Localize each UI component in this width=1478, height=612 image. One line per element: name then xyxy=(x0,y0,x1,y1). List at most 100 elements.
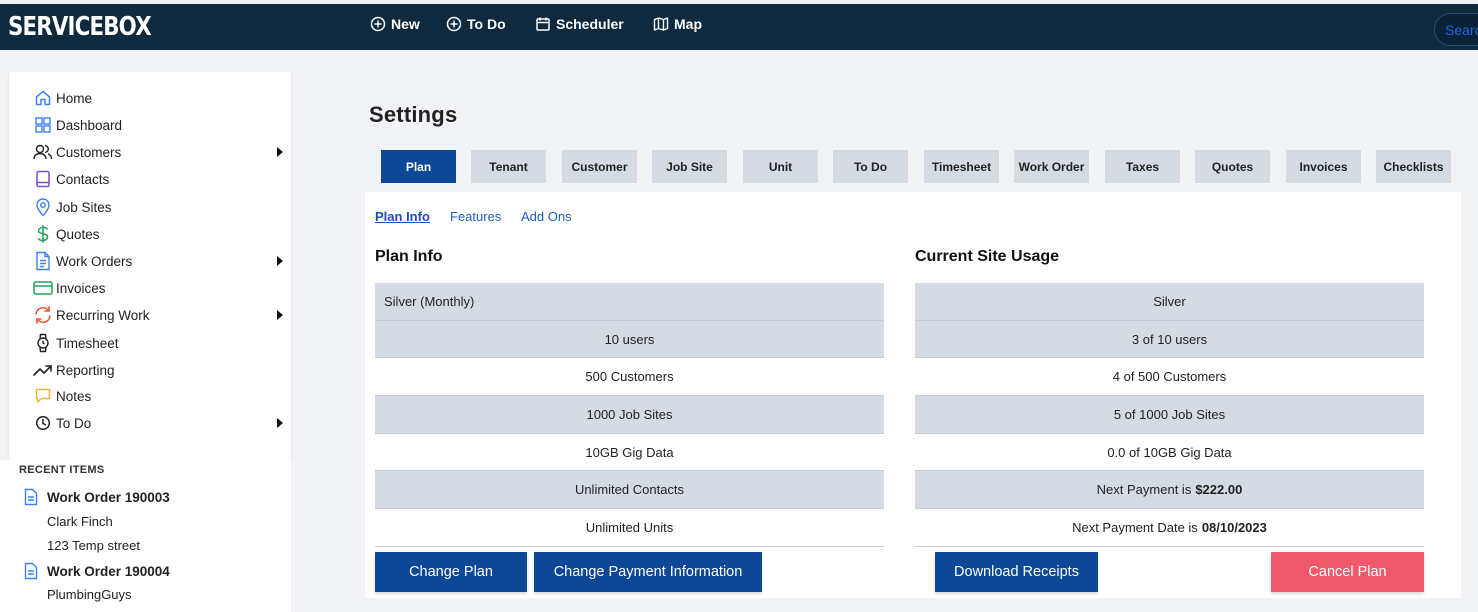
contact-book-icon xyxy=(33,169,53,189)
document-icon xyxy=(33,251,53,271)
tab-job-site[interactable]: Job Site xyxy=(652,150,727,183)
users-icon xyxy=(33,142,53,162)
tab-todo[interactable]: To Do xyxy=(833,150,908,183)
table-row: 10GB Gig Data xyxy=(375,434,884,472)
watch-icon xyxy=(33,333,53,353)
tab-quotes[interactable]: Quotes xyxy=(1195,150,1270,183)
recent-item-work-order[interactable]: Work Order 190003 xyxy=(24,488,170,506)
table-row: 5 of 1000 Job Sites xyxy=(915,396,1424,434)
change-plan-button[interactable]: Change Plan xyxy=(375,552,527,592)
sidebar-item-dashboard[interactable]: Dashboard xyxy=(33,114,283,136)
top-navbar: SERVICEBOX New To Do Scheduler Map xyxy=(0,4,1478,50)
subtab-plan-info[interactable]: Plan Info xyxy=(375,209,430,224)
sidebar-item-reporting[interactable]: Reporting xyxy=(33,359,283,381)
cancel-plan-button[interactable]: Cancel Plan xyxy=(1271,552,1424,592)
sidebar-item-timesheet[interactable]: Timesheet xyxy=(33,332,283,354)
sidebar-item-recurring-work[interactable]: Recurring Work xyxy=(33,304,283,326)
recent-items-title: RECENT ITEMS xyxy=(19,464,105,476)
nav-new[interactable]: New xyxy=(370,16,420,32)
recent-item-work-order[interactable]: Work Order 190004 xyxy=(24,562,170,580)
sidebar-item-label: Reporting xyxy=(56,362,115,378)
plan-tier-row: Silver xyxy=(915,283,1424,321)
sidebar-item-label: Quotes xyxy=(56,226,100,242)
search-input[interactable] xyxy=(1434,13,1478,46)
sidebar-item-job-sites[interactable]: Job Sites xyxy=(33,196,283,218)
home-icon xyxy=(33,88,53,108)
trending-up-icon xyxy=(33,360,53,380)
plus-circle-icon xyxy=(446,16,462,32)
nav-scheduler[interactable]: Scheduler xyxy=(535,16,624,32)
calendar-icon xyxy=(536,17,550,31)
nav-new-label: New xyxy=(391,16,420,32)
tab-plan[interactable]: Plan xyxy=(381,150,456,183)
recent-item-title: Work Order 190003 xyxy=(47,489,170,505)
submenu-arrow-icon[interactable] xyxy=(277,256,283,266)
location-pin-icon xyxy=(33,197,53,217)
sidebar-item-notes[interactable]: Notes xyxy=(33,385,283,407)
document-icon xyxy=(24,488,40,506)
tab-work-order[interactable]: Work Order xyxy=(1014,150,1089,183)
plan-panel: Plan Info Features Add Ons Plan Info Cur… xyxy=(365,192,1461,598)
table-row: Unlimited Contacts xyxy=(375,471,884,510)
nav-map[interactable]: Map xyxy=(653,16,702,32)
table-row: 3 of 10 users xyxy=(915,320,1424,359)
sidebar-item-label: Customers xyxy=(56,144,122,160)
recent-item-address: 123 Temp street xyxy=(47,538,140,553)
dashboard-icon xyxy=(33,115,53,135)
download-receipts-button[interactable]: Download Receipts xyxy=(935,552,1098,592)
plan-info-table: Silver (Monthly) 10 users 500 Customers … xyxy=(375,283,884,547)
tab-timesheet[interactable]: Timesheet xyxy=(924,150,999,183)
nav-scheduler-label: Scheduler xyxy=(556,16,624,32)
tab-invoices[interactable]: Invoices xyxy=(1286,150,1361,183)
dollar-icon xyxy=(33,224,53,244)
plan-info-title: Plan Info xyxy=(375,248,443,265)
next-payment-label: Next Payment is xyxy=(1096,482,1192,498)
nav-todo-label: To Do xyxy=(467,16,506,32)
sidebar-item-label: Notes xyxy=(56,388,92,404)
recent-item-customer: Clark Finch xyxy=(47,514,113,529)
site-usage-title: Current Site Usage xyxy=(915,248,1060,265)
app-logo[interactable]: SERVICEBOX xyxy=(8,12,152,42)
subtab-add-ons[interactable]: Add Ons xyxy=(521,209,572,224)
sidebar-item-work-orders[interactable]: Work Orders xyxy=(33,250,283,272)
next-payment-row: Next Payment is $222.00 xyxy=(915,471,1424,510)
next-payment-value: $222.00 xyxy=(1195,482,1243,498)
submenu-arrow-icon[interactable] xyxy=(277,418,283,428)
credit-card-icon xyxy=(33,278,53,298)
sidebar-item-todo[interactable]: To Do xyxy=(33,412,283,434)
plus-circle-icon xyxy=(370,16,386,32)
clock-icon xyxy=(33,413,53,433)
next-payment-date-row: Next Payment Date is 08/10/2023 xyxy=(915,509,1424,547)
table-row: 10 users xyxy=(375,320,884,359)
plan-name-row: Silver (Monthly) xyxy=(375,283,884,321)
tab-taxes[interactable]: Taxes xyxy=(1105,150,1180,183)
submenu-arrow-icon[interactable] xyxy=(277,310,283,320)
page-title: Settings xyxy=(369,102,458,127)
recent-item-customer: PlumbingGuys xyxy=(47,587,132,602)
subtab-features[interactable]: Features xyxy=(450,209,501,224)
sidebar-item-invoices[interactable]: Invoices xyxy=(33,277,283,299)
sidebar-item-label: Job Sites xyxy=(56,199,112,215)
table-row: 500 Customers xyxy=(375,358,884,397)
change-payment-button[interactable]: Change Payment Information xyxy=(534,552,762,592)
table-row: 0.0 of 10GB Gig Data xyxy=(915,434,1424,472)
table-row: 1000 Job Sites xyxy=(375,396,884,434)
tab-unit[interactable]: Unit xyxy=(743,150,818,183)
next-payment-date-value: 08/10/2023 xyxy=(1201,519,1267,535)
nav-todo[interactable]: To Do xyxy=(446,16,506,32)
sidebar-item-quotes[interactable]: Quotes xyxy=(33,223,283,245)
sidebar-item-label: Work Orders xyxy=(56,253,133,269)
sidebar-item-contacts[interactable]: Contacts xyxy=(33,168,283,190)
site-usage-table: Silver 3 of 10 users 4 of 500 Customers … xyxy=(915,283,1424,547)
tab-tenant[interactable]: Tenant xyxy=(471,150,546,183)
sidebar: Home Dashboard Customers Contacts Job Si… xyxy=(9,72,291,460)
tab-customer[interactable]: Customer xyxy=(562,150,637,183)
table-row: Unlimited Units xyxy=(375,509,884,547)
table-row: 4 of 500 Customers xyxy=(915,358,1424,397)
recent-item-title: Work Order 190004 xyxy=(47,563,170,579)
sidebar-item-home[interactable]: Home xyxy=(33,87,283,109)
sidebar-item-customers[interactable]: Customers xyxy=(33,141,283,163)
submenu-arrow-icon[interactable] xyxy=(277,147,283,157)
tab-checklists[interactable]: Checklists xyxy=(1376,150,1451,183)
sidebar-item-label: Invoices xyxy=(56,280,106,296)
